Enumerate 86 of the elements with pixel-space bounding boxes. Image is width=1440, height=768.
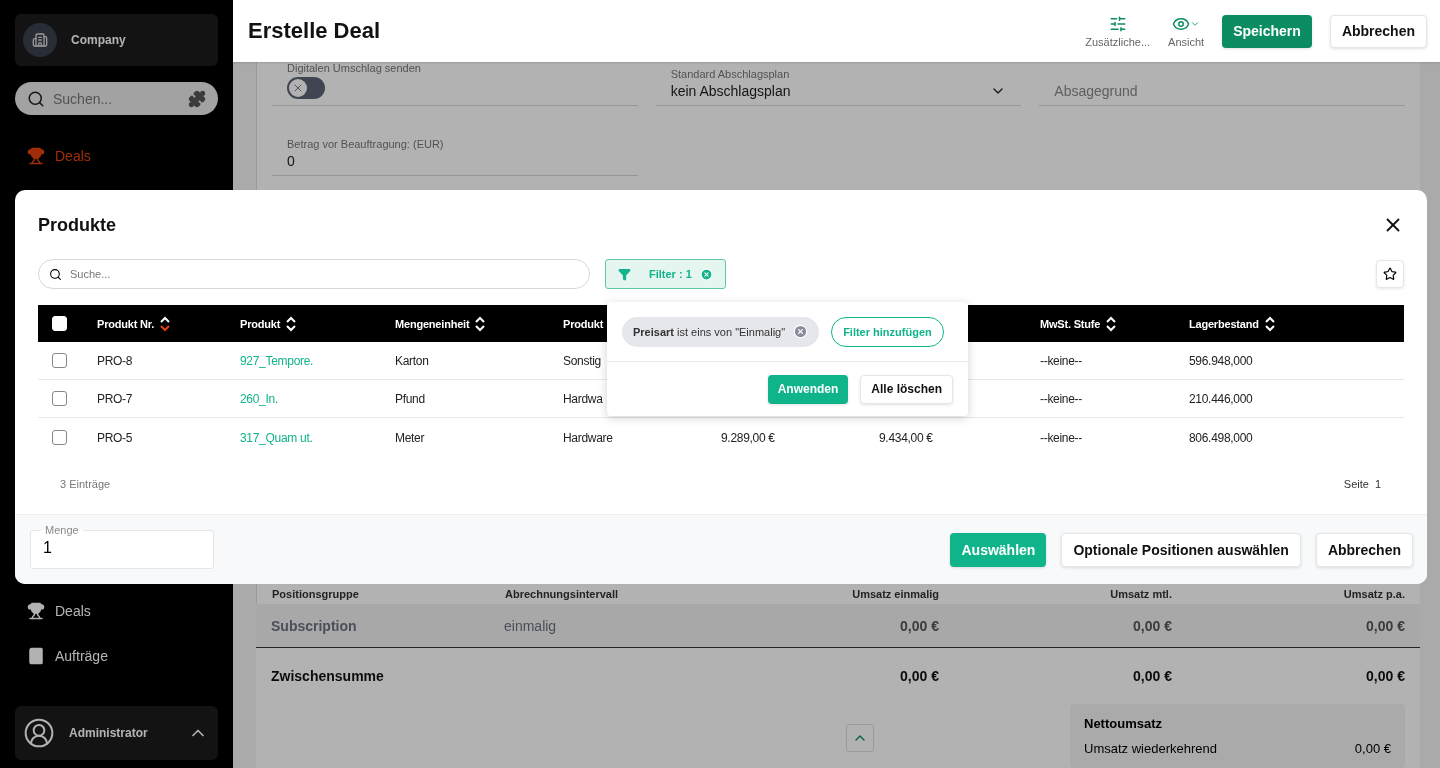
user-avatar-icon: [23, 717, 55, 749]
table-cell: 596.948,000: [1189, 354, 1253, 368]
field-label: Standard Abschlagsplan: [670, 68, 791, 80]
toolbar-button[interactable]: Zusätzliche...: [1085, 14, 1151, 48]
column-header: Umsatz mtl.: [1109, 588, 1172, 600]
filter-icon: [618, 267, 631, 281]
filter-chip[interactable]: Preisart ist eins von "Einmalig": [622, 316, 820, 347]
dialog-button[interactable]: Abbrechen: [1315, 532, 1413, 567]
select-all-checkbox[interactable]: [52, 316, 67, 331]
page-title: Erstelle Deal: [248, 18, 382, 44]
sort-icon[interactable]: [1262, 315, 1277, 332]
page-label: Seite: [1343, 478, 1369, 490]
table-cell: Hardware: [563, 430, 613, 445]
input-field[interactable]: 0: [287, 153, 623, 169]
field-label: Betrag vor Beauftragung: (EUR): [287, 138, 445, 150]
trophy-icon: [27, 146, 45, 165]
search-icon: [49, 267, 62, 281]
page-number[interactable]: 1: [1374, 478, 1381, 490]
close-icon: [292, 82, 304, 94]
column-header: Umsatz einmalig: [851, 588, 939, 600]
building-icon: [23, 23, 57, 57]
table-cell-text: Subscription: [271, 617, 358, 634]
table-cell: Karton: [395, 354, 429, 368]
card-title: Nettoumsatz: [1084, 716, 1163, 731]
cancel-button[interactable]: Abbrechen: [1329, 14, 1427, 48]
favorite-button[interactable]: [1376, 260, 1404, 288]
sort-icon[interactable]: [473, 315, 488, 332]
column-header[interactable]: Produkt: [240, 317, 281, 330]
toggle-switch[interactable]: [287, 77, 325, 99]
puzzle-icon[interactable]: [188, 89, 206, 108]
sidebar-item[interactable]: Deals: [15, 588, 218, 633]
table-cell: --keine--: [1040, 392, 1082, 406]
remove-icon[interactable]: [793, 324, 809, 339]
row-checkbox[interactable]: [52, 429, 67, 445]
dialog-button[interactable]: Optionale Positionen auswählen: [1061, 532, 1301, 567]
table-cell: 9.434,00 €: [879, 430, 933, 445]
column-header[interactable]: MwSt. Stufe: [1040, 317, 1101, 330]
save-button[interactable]: Speichern: [1222, 14, 1312, 48]
table-cell: Sonstig: [563, 354, 601, 368]
table-cell-text: 0,00 €: [899, 668, 939, 684]
sort-icon[interactable]: [1104, 315, 1119, 332]
table-cell: Pfund: [395, 392, 425, 406]
table-cell: PRO-7: [97, 392, 133, 406]
sidebar-item[interactable]: Aufträge: [15, 633, 218, 678]
summary-value: 0,00 €: [1354, 741, 1391, 756]
column-header[interactable]: Lagerbestand: [1189, 317, 1259, 330]
table-cell-text: 0,00 €: [899, 617, 939, 634]
table-cell: 210.446,000: [1189, 392, 1253, 406]
dialog-title: Produkte: [38, 214, 116, 236]
column-header: Abrechnungsintervall: [505, 588, 620, 600]
select-field[interactable]: kein Abschlagsplan: [670, 83, 1007, 99]
column-header: Positionsgruppe: [272, 588, 360, 600]
field-label: Digitalen Umschlag senden: [287, 62, 422, 74]
sort-icon[interactable]: [284, 315, 299, 332]
table-cell-text: 0,00 €: [1132, 617, 1172, 634]
user-menu[interactable]: Administrator: [15, 706, 218, 760]
entry-count: 3 Einträge: [60, 478, 111, 490]
search-icon: [27, 89, 45, 108]
column-header[interactable]: Produkt Nr.: [97, 317, 155, 330]
table-cell-text: 0,00 €: [1365, 617, 1405, 634]
toolbar-button[interactable]: Ansicht: [1168, 14, 1205, 48]
table-cell-text: 0,00 €: [1132, 668, 1172, 684]
table-cell: 9.289,00 €: [721, 430, 775, 445]
table-cell: 806.498,000: [1189, 430, 1253, 445]
clear-icon[interactable]: [699, 267, 713, 281]
table-cell: --keine--: [1040, 430, 1082, 445]
column-header[interactable]: Mengeneinheit: [395, 317, 470, 330]
row-checkbox[interactable]: [52, 353, 67, 368]
table-cell-text: Zwischensumme: [271, 668, 385, 684]
table-cell: Meter: [395, 430, 425, 445]
table-cell: PRO-8: [97, 354, 133, 368]
sliders-icon: [1108, 14, 1127, 33]
table-cell: --keine--: [1040, 354, 1082, 368]
summary-label: Umsatz wiederkehrend: [1084, 741, 1217, 756]
table-cell-text: 0,00 €: [1365, 668, 1405, 684]
star-icon: [1383, 267, 1397, 281]
column-header[interactable]: Produkt: [563, 317, 604, 330]
company-switcher[interactable]: Company: [15, 14, 218, 66]
trophy-icon: [27, 601, 45, 620]
clear-all-button[interactable]: Alle löschen: [860, 374, 953, 404]
table-cell: Hardwa: [563, 392, 603, 406]
table-cell: PRO-5: [97, 430, 133, 445]
column-header: Umsatz p.a.: [1342, 588, 1405, 600]
sort-icon[interactable]: [158, 315, 173, 332]
row-checkbox[interactable]: [52, 391, 67, 406]
table-cell-text: einmalig: [504, 617, 558, 634]
